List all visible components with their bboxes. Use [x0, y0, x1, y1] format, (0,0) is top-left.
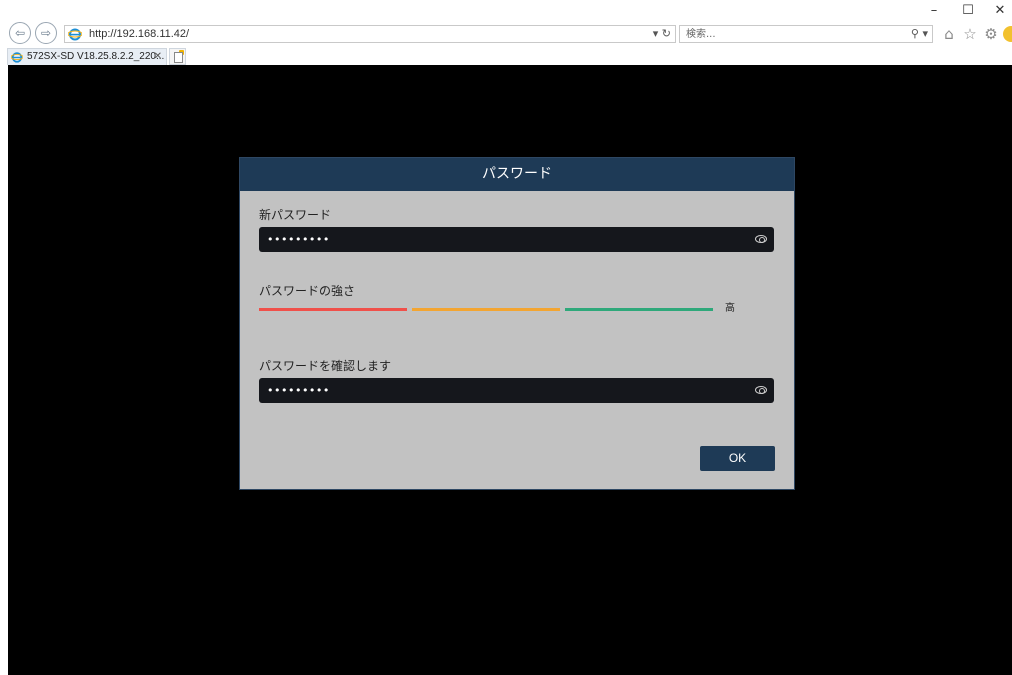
- confirm-password-value: •••••••••: [267, 384, 330, 397]
- forward-icon[interactable]: ⇨: [35, 22, 57, 44]
- password-strength-level: 高: [725, 303, 735, 314]
- close-window-button[interactable]: ✕: [990, 4, 1010, 18]
- ok-button[interactable]: OK: [700, 446, 775, 471]
- strength-bar-medium: [412, 308, 560, 311]
- new-tab-icon[interactable]: [169, 48, 186, 65]
- maximize-button[interactable]: ☐: [958, 4, 978, 18]
- strength-bar-high: [565, 308, 713, 311]
- new-password-label: 新パスワード: [259, 208, 332, 222]
- back-icon[interactable]: ⇦: [9, 22, 31, 44]
- tab-close-icon[interactable]: ✕: [154, 50, 162, 64]
- new-password-value: •••••••••: [267, 233, 330, 246]
- home-icon[interactable]: ⌂: [940, 25, 958, 43]
- new-password-field[interactable]: •••••••••: [259, 227, 774, 252]
- tab-title: 572SX-SD V18.25.8.2.2_220...: [27, 51, 165, 62]
- dialog-title: パスワード: [240, 158, 794, 191]
- smiley-feedback-icon[interactable]: [1003, 26, 1012, 42]
- password-strength-label: パスワードの強さ: [259, 284, 356, 298]
- strength-bar-low: [259, 308, 407, 311]
- search-icon[interactable]: ⚲ ▾: [911, 26, 928, 42]
- search-input[interactable]: 検索... ⚲ ▾: [679, 25, 933, 43]
- show-confirm-password-eye-icon[interactable]: [755, 386, 767, 394]
- settings-gear-icon[interactable]: ⚙: [982, 25, 1000, 43]
- search-placeholder: 検索...: [686, 29, 716, 40]
- address-bar[interactable]: http://192.168.11.42/ ▾ ↻: [64, 25, 676, 43]
- confirm-password-label: パスワードを確認します: [259, 359, 392, 373]
- confirm-password-field[interactable]: •••••••••: [259, 378, 774, 403]
- browser-tab[interactable]: 572SX-SD V18.25.8.2.2_220... ✕: [7, 48, 167, 65]
- ie-logo-icon: [11, 52, 23, 63]
- refresh-icon[interactable]: ▾ ↻: [653, 26, 671, 42]
- show-password-eye-icon[interactable]: [755, 235, 767, 243]
- minimize-button[interactable]: –: [924, 4, 944, 18]
- favorites-star-icon[interactable]: ☆: [961, 25, 979, 43]
- password-dialog: パスワード 新パスワード ••••••••• パスワードの強さ 高 パスワードを…: [239, 157, 795, 490]
- ie-logo-icon: [68, 28, 82, 41]
- browser-chrome: – ☐ ✕ ⇦ ⇨ http://192.168.11.42/ ▾ ↻ 検索..…: [0, 0, 1012, 65]
- address-url: http://192.168.11.42/: [89, 28, 190, 40]
- page-viewport: パスワード 新パスワード ••••••••• パスワードの強さ 高 パスワードを…: [8, 65, 1012, 675]
